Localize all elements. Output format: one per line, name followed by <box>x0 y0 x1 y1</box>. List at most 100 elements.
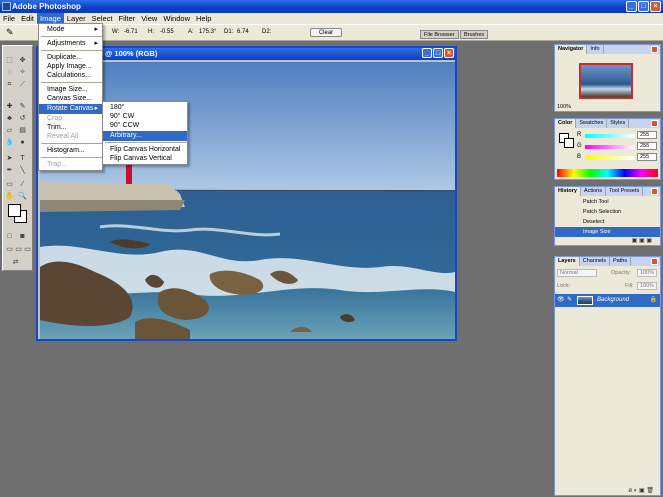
fill-label: Fill: <box>625 283 634 289</box>
history-item[interactable]: Patch Selection <box>555 207 660 217</box>
submenu-arrow-icon: ▸ <box>94 26 98 33</box>
tab-layers[interactable]: Layers <box>555 257 580 266</box>
layer-name: Background <box>597 297 630 303</box>
slice-tool-icon[interactable]: ⟋ <box>18 80 27 89</box>
blend-mode-select[interactable]: Normal <box>557 269 597 277</box>
submenu-item-arbitrary[interactable]: Arbitrary... <box>103 131 187 141</box>
lasso-tool-icon[interactable]: ◌ <box>5 68 14 77</box>
standard-mode-icon[interactable]: □ <box>5 232 14 241</box>
screen-mode-full-icon[interactable]: ▭ <box>23 245 32 254</box>
screen-mode-full-menu-icon[interactable]: ▭ <box>14 245 23 254</box>
dodge-tool-icon[interactable]: ● <box>18 138 27 147</box>
hand-tool-icon[interactable]: ✋ <box>5 192 14 201</box>
blue-value[interactable]: 255 <box>637 153 657 161</box>
zoom-tool-icon[interactable]: 🔍 <box>18 192 27 201</box>
menu-edit[interactable]: Edit <box>18 13 37 24</box>
panel-close-icon[interactable] <box>651 188 658 195</box>
history-actions-icon[interactable]: ▣ ▣ ▣ <box>632 237 652 244</box>
eyedropper-icon[interactable]: ⁄ <box>18 180 27 189</box>
panel-close-icon[interactable] <box>651 46 658 53</box>
doc-close-button[interactable]: × <box>444 48 454 58</box>
navigator-zoom[interactable]: 100% <box>557 104 571 110</box>
eraser-tool-icon[interactable]: ▱ <box>5 126 14 135</box>
tab-color[interactable]: Color <box>555 119 577 128</box>
layer-row-background[interactable]: 👁 ✎ Background 🔒 <box>555 294 660 307</box>
eye-icon[interactable]: 👁 <box>557 294 565 307</box>
blur-tool-icon[interactable]: 💧 <box>5 138 14 147</box>
menu-window[interactable]: Window <box>160 13 193 24</box>
tab-history[interactable]: History <box>555 187 581 196</box>
menu-separator <box>41 157 102 158</box>
submenu-item-flip-vertical[interactable]: Flip Canvas Vertical <box>103 154 187 164</box>
menu-file[interactable]: File <box>0 13 18 24</box>
history-item[interactable]: Deselect <box>555 217 660 227</box>
quick-mask-icon[interactable]: ◙ <box>18 232 27 241</box>
gradient-tool-icon[interactable]: ▤ <box>18 126 27 135</box>
tab-styles[interactable]: Styles <box>607 119 630 128</box>
green-slider[interactable] <box>585 145 635 149</box>
submenu-arrow-icon: ▸ <box>94 105 98 112</box>
menu-item-label: Apply Image... <box>47 63 92 70</box>
history-item[interactable]: Patch Tool <box>555 197 660 207</box>
foreground-color-swatch[interactable] <box>8 204 21 217</box>
tab-info[interactable]: Info <box>587 45 604 54</box>
opacity-value[interactable]: 100% <box>637 269 657 277</box>
jump-to-imageready-icon[interactable]: ⇄ <box>11 258 20 267</box>
tab-channels[interactable]: Channels <box>580 257 610 266</box>
magic-wand-icon[interactable]: ✧ <box>18 68 27 77</box>
history-brush-icon[interactable]: ↺ <box>18 114 27 123</box>
measure-tool-icon[interactable]: ✎ <box>6 27 14 38</box>
menu-item-rotate-canvas[interactable]: Rotate Canvas ▸ <box>39 104 102 114</box>
crop-tool-icon[interactable]: ⌗ <box>5 80 14 89</box>
shape-tool-icon[interactable]: ╲ <box>18 166 27 175</box>
type-tool-icon[interactable]: T <box>18 154 27 163</box>
menu-help[interactable]: Help <box>193 13 214 24</box>
panel-close-icon[interactable] <box>651 120 658 127</box>
tab-paths[interactable]: Paths <box>610 257 632 266</box>
doc-maximize-button[interactable]: □ <box>433 48 443 58</box>
pen-tool-icon[interactable]: ✒ <box>5 166 14 175</box>
path-select-icon[interactable]: ➤ <box>5 154 14 163</box>
fill-value[interactable]: 100% <box>637 282 657 290</box>
clone-stamp-icon[interactable]: ♣ <box>5 114 14 123</box>
notes-tool-icon[interactable]: ▭ <box>5 180 14 189</box>
menu-item-canvas-size[interactable]: Canvas Size... <box>39 94 102 104</box>
panel-close-icon[interactable] <box>651 258 658 265</box>
tab-navigator[interactable]: Navigator <box>555 45 588 54</box>
green-slider-row: G 255 <box>577 142 657 151</box>
submenu-arrow-icon: ▸ <box>94 40 98 47</box>
red-value[interactable]: 255 <box>637 131 657 139</box>
navigator-thumbnail[interactable] <box>579 63 633 99</box>
move-tool-icon[interactable]: ✥ <box>18 56 27 65</box>
menu-view[interactable]: View <box>138 13 160 24</box>
brushes-tab[interactable]: Brushes <box>460 30 489 39</box>
toolbox: ⬚ ✥ ◌ ✧ ⌗ ⟋ ✚ ✎ ♣ ↺ ▱ ▤ 💧 ● ➤ T ✒ ╲ ▭ ⁄ … <box>2 45 33 271</box>
green-value[interactable]: 255 <box>637 142 657 150</box>
layer-actions-icon[interactable]: ø ◐ ▣ 🗑 <box>628 487 654 494</box>
menu-separator <box>105 142 187 143</box>
tab-actions[interactable]: Actions <box>581 187 606 196</box>
clear-button[interactable]: Clear <box>310 28 342 37</box>
marquee-tool-icon[interactable]: ⬚ <box>5 56 14 65</box>
tab-swatches[interactable]: Swatches <box>576 119 608 128</box>
submenu-item-90-ccw[interactable]: 90° CCW <box>103 121 187 131</box>
history-item-selected[interactable]: Image Size <box>555 227 660 237</box>
menu-item-mode[interactable]: Mode ▸ <box>39 25 102 35</box>
screen-mode-standard-icon[interactable]: ▭ <box>5 245 14 254</box>
doc-minimize-button[interactable]: _ <box>422 48 432 58</box>
color-spectrum-bar[interactable] <box>557 169 658 177</box>
menu-item-histogram[interactable]: Histogram... <box>39 146 102 156</box>
color-bg-swatch[interactable] <box>564 138 574 148</box>
red-slider[interactable] <box>585 134 635 138</box>
blue-slider[interactable] <box>585 156 635 160</box>
maximize-button[interactable]: □ <box>638 1 649 12</box>
healing-brush-icon[interactable]: ✚ <box>5 102 14 111</box>
tab-tool-presets[interactable]: Tool Presets <box>606 187 644 196</box>
close-button[interactable]: × <box>650 1 661 12</box>
menu-item-adjustments[interactable]: Adjustments ▸ <box>39 39 102 49</box>
menu-filter[interactable]: Filter <box>116 13 139 24</box>
brush-tool-icon[interactable]: ✎ <box>18 102 27 111</box>
file-browser-tab[interactable]: File Browser <box>420 30 459 39</box>
minimize-button[interactable]: _ <box>626 1 637 12</box>
menu-item-calculations[interactable]: Calculations... <box>39 71 102 81</box>
